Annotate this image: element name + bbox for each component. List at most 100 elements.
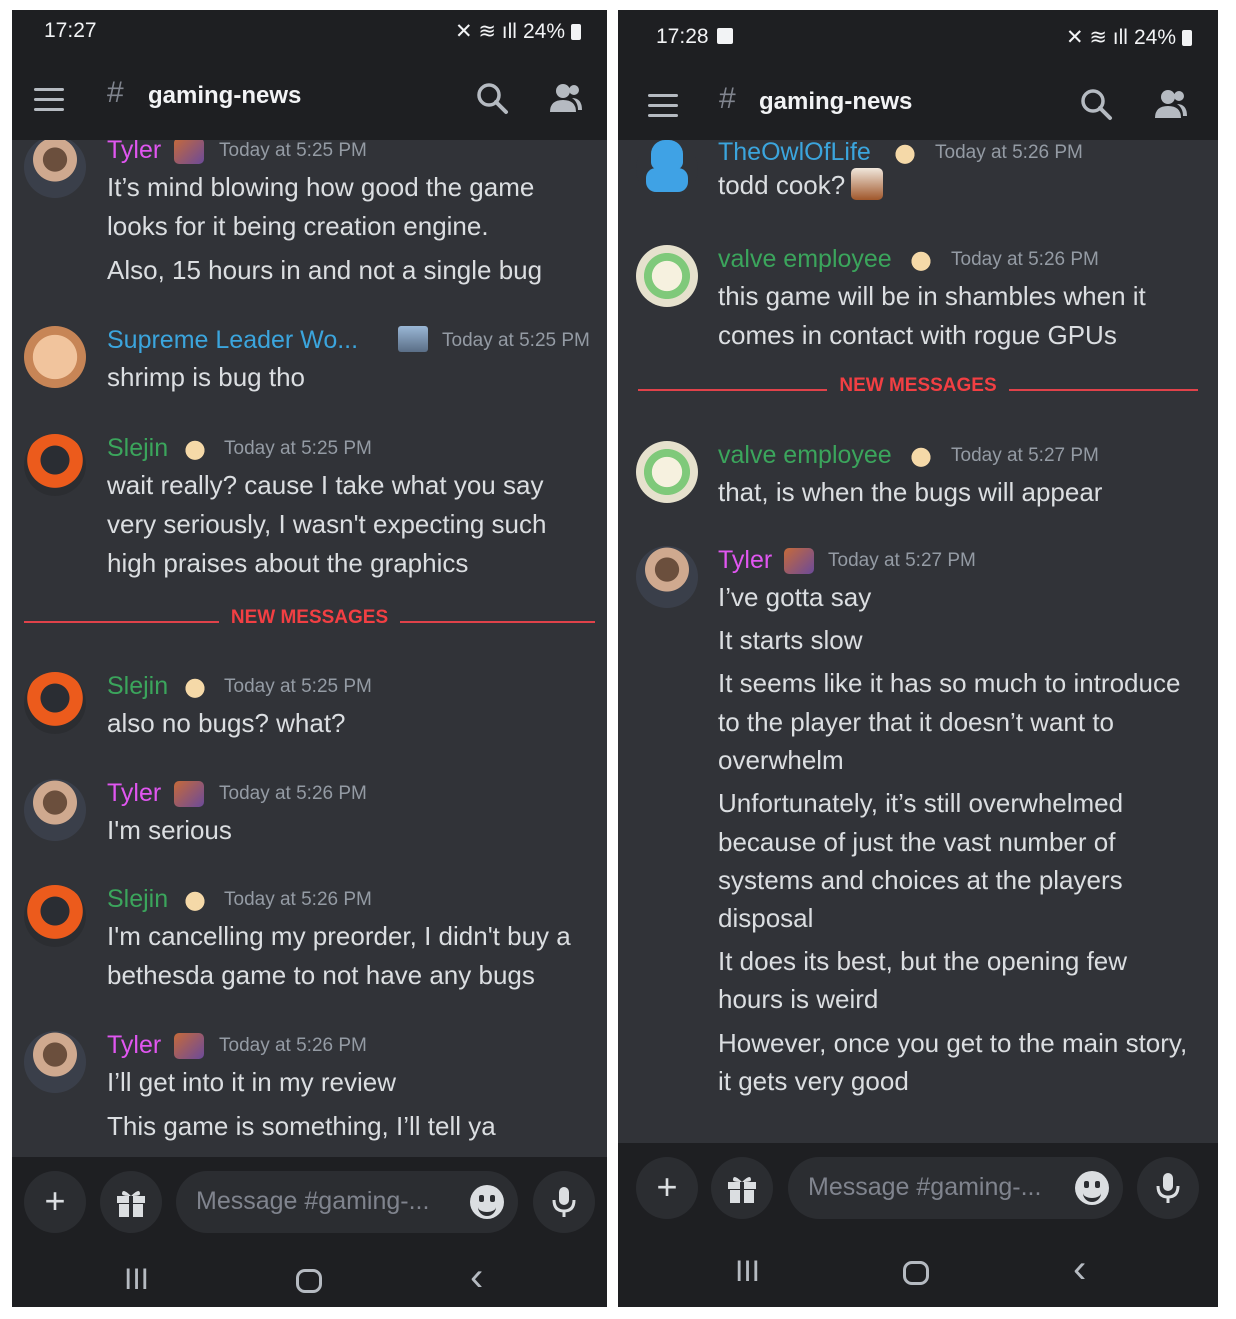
channel-header: # gaming-news (618, 54, 1218, 140)
add-attachment-button[interactable]: + (636, 1157, 698, 1219)
hand-emoji-icon (180, 436, 210, 462)
avatar[interactable] (24, 672, 86, 734)
message-input-placeholder: Message #gaming-... (808, 1173, 1042, 1201)
avatar[interactable] (24, 326, 86, 388)
message-list[interactable]: Tyler Today at 5:25 PM It’s mind blowing… (12, 140, 607, 1157)
message-text: It’s mind blowing how good the game (107, 172, 535, 202)
message-input[interactable]: Message #gaming-... (788, 1157, 1123, 1219)
timestamp: Today at 5:26 PM (951, 249, 1099, 270)
message-text: wait really? cause I take what you say (107, 470, 544, 500)
timestamp: Today at 5:27 PM (951, 445, 1099, 466)
status-icons: ✕ ≋ ıll 24% (1066, 25, 1192, 50)
new-messages-label: NEW MESSAGES (827, 375, 1009, 396)
role-icon (174, 1033, 204, 1059)
message-input-placeholder: Message #gaming-... (196, 1187, 430, 1215)
menu-icon[interactable] (34, 88, 64, 118)
timestamp: Today at 5:26 PM (219, 1035, 367, 1056)
message-text: bethesda game to not have any bugs (107, 960, 535, 990)
hand-emoji-icon (890, 140, 920, 166)
battery-percent: 24% (1133, 25, 1176, 49)
message-text: It seems like it has so much to introduc… (718, 668, 1181, 698)
timestamp: Today at 5:26 PM (935, 142, 1083, 163)
message-text: This game is something, I’ll tell ya (107, 1111, 496, 1141)
gift-icon (117, 1190, 145, 1217)
battery-icon (571, 23, 581, 40)
username[interactable]: Tyler (718, 546, 772, 575)
system-nav-bar: III ‹ (12, 1253, 607, 1307)
members-icon[interactable] (548, 80, 584, 116)
message-list[interactable]: TheOwlOfLife Today at 5:26 PM todd cook?… (618, 140, 1218, 1143)
avatar[interactable] (636, 441, 698, 503)
new-messages-divider: NEW MESSAGES (638, 375, 1198, 405)
left-screenshot: 17:27 ✕ ≋ ıll 24% # gaming-news Tyler To… (12, 10, 607, 1307)
status-bar: 17:28 ✕ ≋ ıll 24% (618, 10, 1218, 54)
username[interactable]: valve employee (718, 245, 892, 274)
avatar[interactable] (24, 885, 86, 947)
recents-icon[interactable]: III (735, 1255, 760, 1289)
microphone-icon (552, 1187, 576, 1217)
gift-icon (728, 1176, 756, 1203)
username[interactable]: Slejin (107, 672, 168, 701)
username[interactable]: valve employee (718, 441, 892, 470)
voice-button[interactable] (533, 1171, 595, 1233)
avatar[interactable] (24, 1031, 86, 1093)
gift-button[interactable] (711, 1157, 773, 1219)
username[interactable]: Slejin (107, 885, 168, 914)
add-attachment-button[interactable]: + (24, 1171, 86, 1233)
channel-header: # gaming-news (12, 54, 607, 140)
status-icons-glyphs: ✕ ≋ ıll (1065, 26, 1128, 49)
message-text: comes in contact with rogue GPUs (718, 320, 1117, 350)
new-messages-label: NEW MESSAGES (218, 607, 401, 628)
username[interactable]: Tyler (107, 140, 161, 165)
home-icon[interactable] (903, 1261, 929, 1285)
avatar[interactable] (636, 140, 698, 200)
status-bar: 17:27 ✕ ≋ ıll 24% (12, 10, 607, 54)
search-icon[interactable] (1078, 86, 1114, 122)
message-text: because of just the vast number of (718, 827, 1116, 857)
channel-hash-icon: # (719, 82, 736, 115)
members-icon[interactable] (1153, 86, 1189, 122)
gallery-notification-icon (716, 28, 733, 44)
avatar[interactable] (24, 434, 86, 496)
plus-icon: + (44, 1180, 66, 1221)
channel-name: gaming-news (759, 88, 913, 115)
message-text: I’ll get into it in my review (107, 1067, 396, 1097)
avatar[interactable] (636, 245, 698, 307)
emoji-icon[interactable] (1075, 1171, 1109, 1205)
timestamp: Today at 5:25 PM (224, 676, 372, 697)
username[interactable]: Tyler (107, 779, 161, 808)
back-icon[interactable]: ‹ (470, 1255, 483, 1300)
role-icon (398, 326, 428, 352)
role-icon (174, 781, 204, 807)
message-text: I'm serious (107, 815, 232, 845)
home-icon[interactable] (296, 1269, 322, 1293)
hand-emoji-icon (906, 443, 936, 469)
message-text: disposal (718, 903, 814, 933)
message-text: this game will be in shambles when it (718, 281, 1146, 311)
avatar[interactable] (636, 546, 698, 608)
avatar[interactable] (24, 779, 86, 841)
battery-percent: 24% (522, 19, 565, 43)
timestamp: Today at 5:26 PM (224, 889, 372, 910)
role-icon (784, 548, 814, 574)
voice-button[interactable] (1137, 1157, 1199, 1219)
search-icon[interactable] (474, 80, 510, 116)
timestamp: Today at 5:25 PM (219, 140, 367, 161)
avatar[interactable] (24, 140, 86, 198)
back-icon[interactable]: ‹ (1073, 1247, 1086, 1292)
plus-icon: + (656, 1166, 678, 1207)
emoji-icon[interactable] (470, 1185, 504, 1219)
username[interactable]: Supreme Leader Wo... (107, 326, 358, 355)
system-nav-bar: III ‹ (618, 1245, 1218, 1307)
recents-icon[interactable]: III (124, 1263, 149, 1297)
username[interactable]: TheOwlOfLife (718, 140, 871, 167)
todd-emoji-icon (851, 168, 883, 200)
menu-icon[interactable] (648, 94, 678, 124)
gift-button[interactable] (100, 1171, 162, 1233)
message-input[interactable]: Message #gaming-... (176, 1171, 518, 1233)
microphone-icon (1156, 1173, 1180, 1203)
message-text: to the player that it doesn’t want to (718, 707, 1115, 737)
username[interactable]: Tyler (107, 1031, 161, 1060)
username[interactable]: Slejin (107, 434, 168, 463)
channel-hash-icon: # (107, 76, 124, 109)
